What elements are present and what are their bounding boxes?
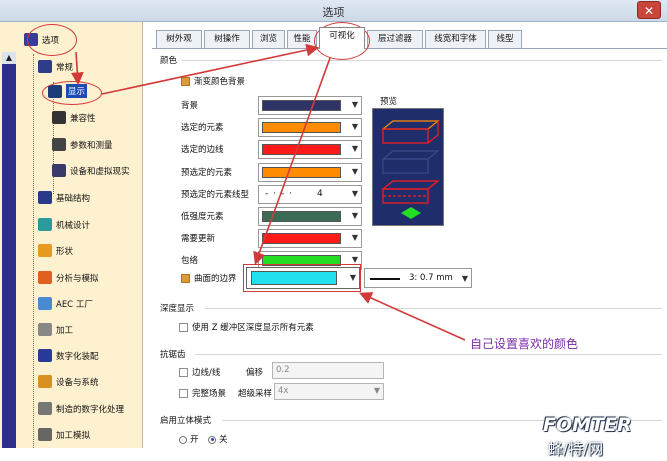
tab-4[interactable]: 可视化 — [319, 27, 365, 49]
annotation-text: 自己设置喜欢的颜色 — [470, 337, 579, 351]
callout-arrows — [70, 43, 466, 341]
watermark-logo: FOMTER — [543, 414, 632, 436]
watermark-text: 蜂/特/网 — [548, 440, 604, 458]
